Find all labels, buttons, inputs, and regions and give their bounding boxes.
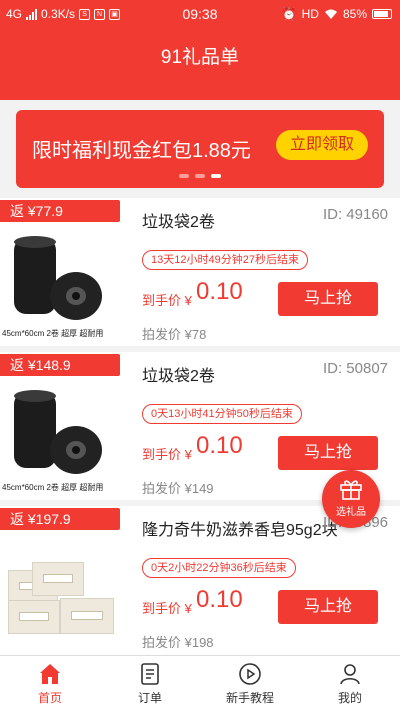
alarm-icon: ⏰ <box>281 7 297 21</box>
product-title[interactable]: 隆力奇牛奶滋养香皂95g2块 <box>142 516 338 540</box>
trash-bag-rolls-image <box>14 236 102 320</box>
wifi-icon <box>324 9 337 19</box>
carousel-dots <box>16 174 384 178</box>
product-image[interactable]: 返 ¥77.9 45cm*60cm 2卷 超厚 超耐用 <box>0 198 120 346</box>
final-price: 0.10 <box>196 278 243 305</box>
grab-button[interactable]: 马上抢 <box>278 590 378 624</box>
price-label: 到手价 ¥ <box>142 447 192 462</box>
tab-label: 订单 <box>137 691 162 705</box>
tab-orders[interactable]: 订单 <box>100 656 200 711</box>
countdown-timer: 0天13小时41分钟50秒后结束 <box>142 404 302 424</box>
original-price: 拍发价 ¥149 <box>142 481 214 496</box>
product-title[interactable]: 垃圾袋2卷 <box>142 362 215 386</box>
soap-box-image <box>32 562 84 596</box>
rebate-badge: 返 ¥197.9 <box>0 508 120 530</box>
home-icon <box>40 664 60 684</box>
image-caption: 45cm*60cm 2卷 超厚 超耐用 <box>2 329 104 338</box>
status-right: ⏰ HD 85% <box>282 7 392 21</box>
grab-button[interactable]: 马上抢 <box>278 282 378 316</box>
app-header: 91礼品单 <box>0 28 400 100</box>
battery-percent: 85% <box>342 7 367 21</box>
tab-profile[interactable]: 我的 <box>300 656 400 711</box>
bottom-tab-bar: 首页 订单 新手教程 我的 <box>0 655 400 711</box>
promo-banner[interactable]: 限时福利现金红包1.88元 立即领取 <box>16 110 384 188</box>
countdown-timer: 13天12小时49分钟27秒后结束 <box>142 250 308 270</box>
rebate-badge: 返 ¥148.9 <box>0 354 120 376</box>
product-card[interactable]: 返 ¥197.9 隆力奇牛奶滋养香皂95g2块 ID: 50896 0天2小时2… <box>0 506 400 655</box>
tab-label: 首页 <box>37 691 62 705</box>
carousel-dot[interactable] <box>179 174 189 178</box>
gift-icon <box>340 480 362 500</box>
countdown-timer: 0天2小时22分钟36秒后结束 <box>142 558 296 578</box>
play-icon <box>239 663 261 685</box>
carousel-dot-active[interactable] <box>211 174 221 178</box>
banner-text: 限时福利现金红包1.88元 <box>32 140 251 162</box>
trash-bag-rolls-image <box>14 390 102 474</box>
fab-label: 选礼品 <box>336 507 366 518</box>
claim-button[interactable]: 立即领取 <box>276 130 368 160</box>
hd-label: HD <box>301 7 319 21</box>
grab-button[interactable]: 马上抢 <box>278 436 378 470</box>
choose-gift-button[interactable]: 选礼品 <box>322 470 380 528</box>
image-caption: 45cm*60cm 2卷 超厚 超耐用 <box>2 483 104 492</box>
tab-tutorial[interactable]: 新手教程 <box>200 656 300 711</box>
final-price: 0.10 <box>196 432 243 459</box>
rebate-badge: 返 ¥77.9 <box>0 200 120 222</box>
user-icon <box>340 664 360 685</box>
price-label: 到手价 ¥ <box>142 601 192 616</box>
product-id: ID: 50807 <box>322 360 388 377</box>
order-icon <box>141 663 159 685</box>
product-image[interactable]: 返 ¥148.9 45cm*60cm 2卷 超厚 超耐用 <box>0 352 120 500</box>
soap-box-image <box>60 598 114 634</box>
status-bar: 4G 0.3K/s S N ▣ 09:38 ⏰ HD 85% <box>0 0 400 28</box>
product-title[interactable]: 垃圾袋2卷 <box>142 208 215 232</box>
soap-box-image <box>8 600 60 634</box>
original-price: 拍发价 ¥78 <box>142 327 207 342</box>
original-price: 拍发价 ¥198 <box>142 635 214 650</box>
price-label: 到手价 ¥ <box>142 293 192 308</box>
product-id: ID: 49160 <box>322 206 388 223</box>
tab-label: 新手教程 <box>225 691 274 705</box>
product-card[interactable]: 返 ¥77.9 45cm*60cm 2卷 超厚 超耐用 垃圾袋2卷 ID: 49… <box>0 198 400 346</box>
product-image[interactable]: 返 ¥197.9 <box>0 506 120 654</box>
carousel-dot[interactable] <box>195 174 205 178</box>
final-price: 0.10 <box>196 586 243 613</box>
tab-label: 我的 <box>337 691 362 705</box>
battery-icon <box>372 9 392 19</box>
tab-home[interactable]: 首页 <box>0 656 100 711</box>
page-title: 91礼品单 <box>160 47 240 68</box>
